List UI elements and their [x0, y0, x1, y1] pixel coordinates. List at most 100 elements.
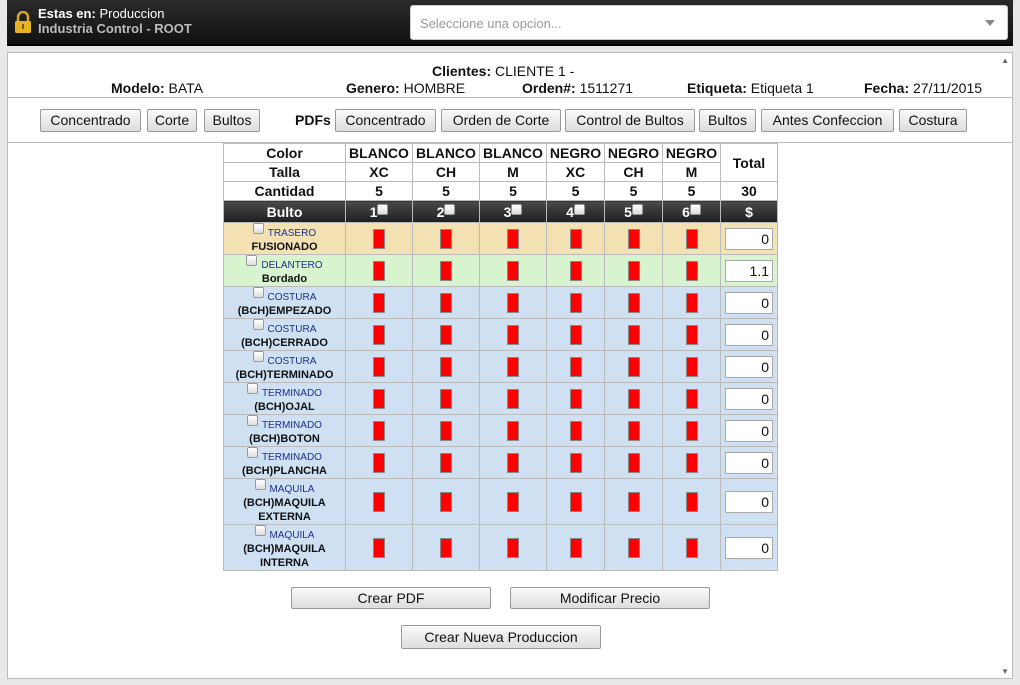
bulto-checkbox[interactable] [631, 203, 643, 215]
status-indicator[interactable] [627, 324, 640, 345]
status-indicator[interactable] [440, 324, 452, 345]
price-input[interactable]: 0 [725, 227, 773, 250]
scroll-up-icon[interactable]: ▲ [1001, 56, 1009, 65]
status-indicator[interactable] [507, 537, 519, 558]
price-input[interactable]: 0 [725, 419, 773, 442]
status-indicator[interactable] [685, 388, 698, 409]
bulto-checkbox[interactable] [511, 203, 523, 215]
price-input[interactable]: 0 [725, 291, 773, 314]
status-indicator[interactable] [440, 260, 452, 281]
modificar-precio-button[interactable]: Modificar Precio [510, 587, 710, 609]
status-indicator[interactable] [373, 260, 385, 281]
status-indicator[interactable] [685, 324, 698, 345]
status-indicator[interactable] [373, 324, 385, 345]
status-indicator[interactable] [373, 537, 385, 558]
stage-checkbox[interactable] [252, 287, 264, 298]
pdf-control-bultos-button[interactable]: Control de Bultos [565, 109, 695, 132]
status-indicator[interactable] [507, 388, 519, 409]
status-indicator[interactable] [440, 452, 452, 473]
stage-checkbox[interactable] [252, 351, 264, 362]
status-indicator[interactable] [373, 228, 385, 249]
crear-nueva-produccion-button[interactable]: Crear Nueva Produccion [401, 625, 601, 649]
status-indicator[interactable] [627, 292, 640, 313]
status-indicator[interactable] [507, 491, 519, 512]
status-indicator[interactable] [627, 388, 640, 409]
bulto-checkbox[interactable] [573, 203, 585, 215]
status-indicator[interactable] [373, 452, 385, 473]
status-indicator[interactable] [440, 420, 452, 441]
price-input[interactable]: 0 [725, 536, 773, 559]
status-indicator[interactable] [685, 356, 698, 377]
status-indicator[interactable] [569, 292, 582, 313]
status-indicator[interactable] [569, 356, 582, 377]
status-indicator[interactable] [627, 420, 640, 441]
pdf-antes-confeccion-button[interactable]: Antes Confeccion [761, 109, 894, 132]
stage-checkbox[interactable] [246, 255, 258, 266]
status-indicator[interactable] [685, 491, 698, 512]
bultos-button[interactable]: Bultos [204, 109, 260, 132]
status-indicator[interactable] [440, 537, 452, 558]
status-indicator[interactable] [507, 228, 519, 249]
status-indicator[interactable] [627, 356, 640, 377]
stage-checkbox[interactable] [247, 447, 259, 458]
status-indicator[interactable] [685, 420, 698, 441]
bulto-checkbox[interactable] [444, 203, 456, 215]
option-select[interactable]: Seleccione una opcion... [410, 5, 1008, 40]
price-input[interactable]: 0 [725, 451, 773, 474]
status-indicator[interactable] [373, 356, 385, 377]
stage-checkbox[interactable] [247, 383, 259, 394]
bulto-checkbox[interactable] [377, 203, 389, 215]
status-indicator[interactable] [507, 420, 519, 441]
stage-checkbox[interactable] [254, 479, 266, 490]
status-indicator[interactable] [627, 537, 640, 558]
status-indicator[interactable] [627, 491, 640, 512]
price-input[interactable]: 0 [725, 490, 773, 513]
price-input[interactable]: 1.1 [725, 259, 773, 282]
stage-checkbox[interactable] [254, 525, 266, 536]
status-indicator[interactable] [507, 292, 519, 313]
status-indicator[interactable] [685, 228, 698, 249]
stage-checkbox[interactable] [247, 415, 259, 426]
crear-pdf-button[interactable]: Crear PDF [291, 587, 491, 609]
status-indicator[interactable] [685, 260, 698, 281]
corte-button[interactable]: Corte [147, 109, 197, 132]
status-indicator[interactable] [569, 388, 582, 409]
status-indicator[interactable] [373, 388, 385, 409]
status-indicator[interactable] [373, 292, 385, 313]
status-indicator[interactable] [627, 260, 640, 281]
pdf-orden-corte-button[interactable]: Orden de Corte [441, 109, 561, 132]
scroll-down-icon[interactable]: ▼ [1001, 667, 1009, 676]
price-input[interactable]: 0 [725, 323, 773, 346]
status-indicator[interactable] [440, 388, 452, 409]
concentrado-button[interactable]: Concentrado [40, 109, 141, 132]
status-indicator[interactable] [627, 228, 640, 249]
status-indicator[interactable] [440, 491, 452, 512]
status-indicator[interactable] [569, 420, 582, 441]
pdf-bultos-button[interactable]: Bultos [699, 109, 756, 132]
status-indicator[interactable] [507, 324, 519, 345]
status-indicator[interactable] [373, 491, 385, 512]
status-indicator[interactable] [569, 491, 582, 512]
status-indicator[interactable] [440, 228, 452, 249]
status-indicator[interactable] [507, 452, 519, 473]
bulto-checkbox[interactable] [689, 203, 701, 215]
status-indicator[interactable] [507, 356, 519, 377]
pdf-concentrado-button[interactable]: Concentrado [335, 109, 436, 132]
status-indicator[interactable] [440, 292, 452, 313]
status-indicator[interactable] [440, 356, 452, 377]
status-indicator[interactable] [373, 420, 385, 441]
price-input[interactable]: 0 [725, 355, 773, 378]
status-indicator[interactable] [685, 537, 698, 558]
status-indicator[interactable] [685, 292, 698, 313]
status-indicator[interactable] [685, 452, 698, 473]
status-indicator[interactable] [507, 260, 519, 281]
stage-checkbox[interactable] [252, 319, 264, 330]
status-indicator[interactable] [569, 537, 582, 558]
status-indicator[interactable] [569, 452, 582, 473]
status-indicator[interactable] [627, 452, 640, 473]
stage-checkbox[interactable] [252, 223, 264, 234]
pdf-costura-button[interactable]: Costura [899, 109, 967, 132]
price-input[interactable]: 0 [725, 387, 773, 410]
status-indicator[interactable] [569, 228, 582, 249]
status-indicator[interactable] [569, 260, 582, 281]
